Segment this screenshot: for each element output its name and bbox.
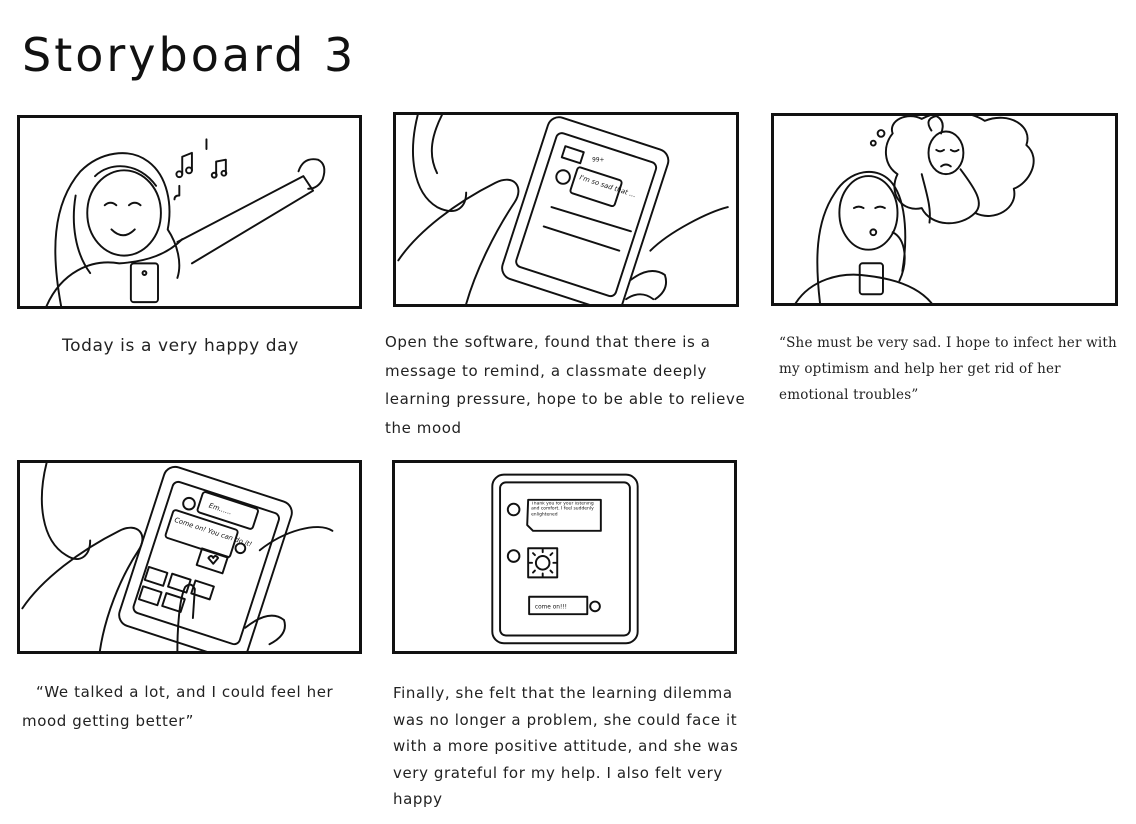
- storyboard-panel-5: Thank you for your listening and comfort…: [392, 460, 737, 654]
- panel-5-caption: Finally, she felt that the learning dile…: [393, 684, 739, 808]
- sun-sticker-icon: [534, 555, 551, 571]
- page-title: Storyboard 3: [22, 28, 357, 82]
- panel-1-illustration: [45, 138, 326, 306]
- panel-1-caption: Today is a very happy day: [62, 336, 299, 356]
- panel-2-caption: Open the software, found that there is a…: [385, 333, 746, 437]
- storyboard-panel-2: 99+ I'm so sad that ...: [393, 112, 739, 307]
- panel-3-caption: “She must be very sad. I hope to infect …: [779, 335, 1117, 403]
- phone-message-bubble: I'm so sad that ...: [579, 173, 637, 199]
- storyboard-panel-3: [771, 113, 1118, 306]
- avatar: [506, 502, 521, 517]
- thank-you-bubble: Thank you for your listening and comfort…: [531, 501, 594, 518]
- panel-4-illustration: Em...... Come on! You can do it!: [21, 463, 334, 651]
- panel-3-illustration: [794, 116, 1035, 303]
- heart-icon: [207, 555, 220, 565]
- panel-4-caption: “We talked a lot, and I could feel her m…: [22, 683, 334, 730]
- panel-5-illustration: Thank you for your listening and comfort…: [491, 473, 639, 645]
- panel-2-illustration: 99+ I'm so sad that ...: [397, 115, 729, 304]
- come-on-bubble: come on!!!: [535, 604, 567, 610]
- storyboard-panel-1: [17, 115, 362, 309]
- phone-status-count: 99+: [592, 158, 604, 164]
- phone-reply-bubble: Em......: [208, 502, 233, 517]
- storyboard-panel-4: Em...... Come on! You can do it!: [17, 460, 362, 654]
